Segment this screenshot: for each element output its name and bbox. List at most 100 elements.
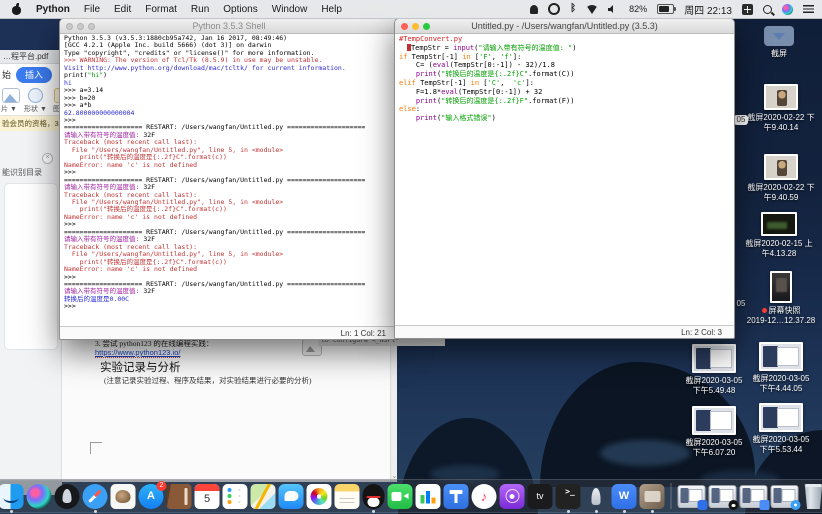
siri-menu-icon[interactable] [782,3,793,15]
dock-icon-siri[interactable] [26,483,52,509]
dock-icon-finder[interactable] [0,483,24,513]
shell-window-title: Python 3.5.3 Shell [192,21,266,31]
app-store-glyph: A [147,489,155,502]
dock-icon-photos[interactable] [306,483,332,509]
screenshot-thumbnail[interactable] [764,84,798,110]
red-tag-dot [761,308,767,313]
menu-edit[interactable]: Edit [114,4,131,15]
bell-icon[interactable] [530,4,539,14]
code-line: NameError: name 'c' is not defined [64,160,198,169]
menu-format[interactable]: Format [145,4,177,15]
insert-shape-icon[interactable] [28,88,43,103]
screenshot-thumbnail[interactable] [759,342,803,371]
code-line: elif TempStr[-1] in ['C', 'c']: [399,78,534,87]
camera-utility-icon[interactable] [548,3,561,15]
dock-icon-minimized-document[interactable] [739,484,770,510]
desktop-icon-label: 屏幕快照 2019-12…12.37.28 [746,306,816,325]
dock-icon-apple-tv[interactable]: tv [527,483,553,509]
dock-icon-minimized-wps-doc[interactable] [677,484,708,510]
wps-document-tab[interactable]: …程平台.pdf [0,50,62,64]
menu-file[interactable]: File [84,4,100,15]
dock-icon-qq[interactable] [362,483,385,513]
dock-icon-minimized-safari-window[interactable] [770,484,801,510]
running-indicator-dot [566,509,570,513]
dock-icon-python-idle[interactable] [584,484,609,513]
ribbon-tab-home[interactable]: 始 [2,68,11,81]
document-note: (注意记录实验过程、程序及结果，对实验结果进行必要的分析) [104,376,312,385]
notification-center-icon[interactable] [803,5,814,13]
desktop-icon[interactable]: 截屏2020-03-05 下午6.07.20 [669,406,759,457]
dock-icon-launchpad[interactable] [54,483,80,509]
dock-icon-dictionary[interactable] [166,483,192,509]
spotlight-search-icon[interactable] [763,4,772,14]
running-indicator-dot [93,509,97,513]
editor-line-col-indicator: Ln: 2 Col: 3 [681,327,722,337]
apple-menu-icon[interactable] [12,3,22,15]
shell-titlebar[interactable]: Python 3.5.3 Shell [60,19,398,34]
code-line: NameError: name 'c' is not defined [64,212,198,221]
volume-icon[interactable] [608,5,619,14]
desktop-icon-label: 截屏2020-02-15 上 午4.13.28 [745,239,813,258]
wifi-icon[interactable] [586,4,599,14]
desktop-icon[interactable]: 截屏2020-02-22 下 午9.40.14 [736,84,822,132]
python-editor-window[interactable]: Untitled.py - /Users/wangfan/Untitled.py… [394,18,735,339]
desktop-icon-label: 截屏2020-02-22 下 午9.40.59 [747,183,815,202]
menu-help[interactable]: Help [321,4,342,15]
document-scrollbar[interactable] [390,336,397,482]
dock-icon-minimized-qq-window[interactable] [708,484,739,510]
dock-icon-reminders[interactable] [222,483,248,509]
dock-icon-maps[interactable] [250,483,276,509]
shell-output[interactable]: Python 3.5.3 (v3.5.3:1880cb95a742, Jan 1… [60,34,398,326]
python-shell-window[interactable]: Python 3.5.3 Shell Python 3.5.3 (v3.5.3:… [59,18,399,340]
ribbon-tab-insert[interactable]: 插入 [16,66,53,83]
editor-code-area[interactable]: #TempConvert.py TempStr = input("请输入带有符号… [395,34,734,325]
input-method-icon[interactable] [742,3,753,15]
screenshot-thumbnail[interactable] [770,271,792,303]
close-icon[interactable] [42,153,53,164]
dock-icon-calendar[interactable]: 5 [194,483,220,509]
dock-icon-facetime[interactable] [387,483,413,509]
insert-picture-icon[interactable] [2,88,20,103]
dock-icon-notes[interactable] [334,483,360,509]
dock-icon-messages[interactable] [278,483,304,509]
screenshot-thumbnail[interactable] [759,403,803,432]
battery-icon[interactable] [657,4,677,14]
screenshot-thumbnail[interactable] [761,212,797,236]
dock-icon-numbers[interactable] [415,483,441,509]
desktop-icon[interactable]: 截屏 [734,26,822,59]
desktop-icon[interactable]: 截屏2020-03-05 下午5.49.48 [669,344,759,395]
safari-badge-icon [790,499,801,510]
desktop-icon[interactable]: 截屏2020-02-22 下 午9.40.59 [736,154,822,202]
dock-icon-podcasts[interactable] [499,483,525,509]
desktop-icon-label: 截屏2020-03-05 下午6.07.20 [685,438,743,457]
dock-icon-wps-office[interactable]: W [611,483,637,513]
screenshot-thumbnail[interactable] [764,154,798,180]
desktop-icon[interactable]: 截屏2020-02-15 上 午4.13.28 [734,212,822,258]
folder-stack-icon[interactable] [764,26,794,46]
wps-office-glyph: W [618,489,630,502]
dock-icon-preview[interactable] [110,483,136,509]
menu-python[interactable]: Python [36,4,70,15]
dock-icon-music[interactable]: ♪ [471,483,497,509]
running-indicator-dot [9,509,13,513]
menu-options[interactable]: Options [223,4,257,15]
editor-titlebar[interactable]: Untitled.py - /Users/wangfan/Untitled.py… [395,19,734,34]
dock-icon-trash[interactable] [804,484,822,509]
menu-window[interactable]: Window [272,4,308,15]
document-hyperlink[interactable]: https://www.python123.io/ [95,348,181,358]
dock-icon-screenshot-app[interactable] [639,483,665,513]
wps-sidebar: 能识别目录 [0,131,62,481]
music-glyph: ♪ [480,488,488,504]
dock-icon-app-store[interactable]: A2 [138,480,167,509]
desktop-icon-label: 截屏2020-02-22 下 午9.40.14 [747,113,815,132]
menu-bar-clock[interactable]: 周四 22:13 [684,2,732,17]
dock-icon-safari[interactable] [82,483,108,513]
bluetooth-icon[interactable]: ᛒ [570,4,576,14]
menu-run[interactable]: Run [191,4,209,15]
screenshot-thumbnail[interactable] [692,344,736,373]
screenshot-thumbnail[interactable] [692,406,736,435]
dock-icon-terminal[interactable]: >_ [555,483,581,513]
dock-icon-keynote[interactable] [443,483,469,509]
notification-badge: 2 [156,480,167,491]
document-page[interactable]: 3. 尝试 python123 的在线编程实践： https://www.pyt… [62,336,397,482]
